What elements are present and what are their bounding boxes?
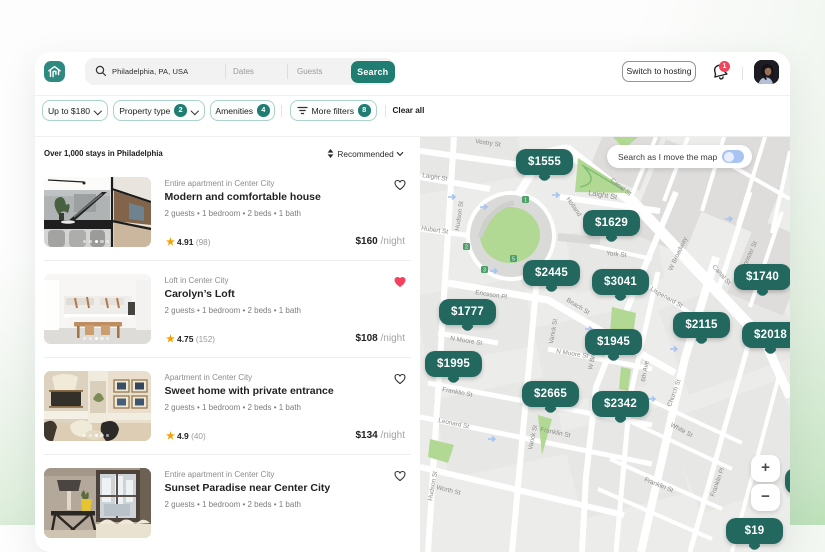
svg-text:5: 5 [512, 257, 515, 263]
svg-text:2: 2 [465, 245, 468, 251]
svg-text:1: 1 [524, 198, 527, 204]
svg-text:3: 3 [483, 268, 486, 274]
